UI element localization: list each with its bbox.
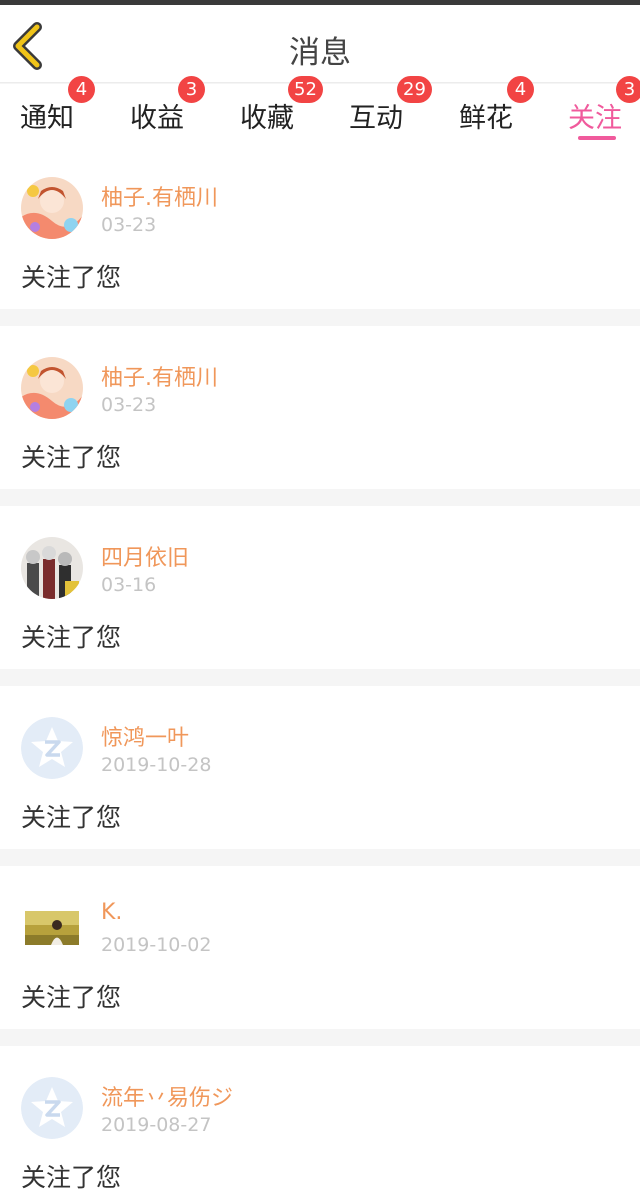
top-nav-bar: 消息 xyxy=(0,5,640,83)
tab-label: 收藏 xyxy=(240,103,294,134)
username-link[interactable]: 柚子.有栖川 xyxy=(101,180,218,212)
avatar[interactable] xyxy=(21,1077,83,1139)
unread-badge: 4 xyxy=(68,76,95,103)
active-tab-indicator xyxy=(578,136,616,140)
avatar[interactable] xyxy=(21,177,83,239)
unread-badge: 4 xyxy=(507,76,534,103)
notification-text: 关注了您 xyxy=(21,263,122,292)
list-item[interactable]: 惊鸿一叶 2019-10-28 关注了您 xyxy=(0,686,640,849)
anime-avatar-icon xyxy=(21,357,83,419)
list-item[interactable]: 四月依旧 03-16 关注了您 xyxy=(0,506,640,669)
default-avatar-icon xyxy=(21,717,83,779)
follow-notification-list: 柚子.有栖川 03-23 关注了您 柚子.有栖川 03-23 关注了您 四月依旧… xyxy=(0,146,640,1199)
notification-text: 关注了您 xyxy=(21,623,122,652)
timestamp: 2019-10-28 xyxy=(101,754,212,776)
default-avatar-icon xyxy=(21,1077,83,1139)
username-link[interactable]: K. xyxy=(101,900,122,925)
timestamp: 2019-10-02 xyxy=(101,934,212,956)
list-item[interactable]: K. 2019-10-02 关注了您 xyxy=(0,866,640,1029)
unread-badge: 3 xyxy=(616,76,640,103)
list-item[interactable]: 柚子.有栖川 03-23 关注了您 xyxy=(0,146,640,309)
username-link[interactable]: 惊鸿一叶 xyxy=(101,720,189,752)
avatar[interactable] xyxy=(21,357,83,419)
avatar[interactable] xyxy=(21,537,83,599)
timestamp: 03-23 xyxy=(101,394,157,416)
list-item[interactable]: 柚子.有栖川 03-23 关注了您 xyxy=(0,326,640,489)
tab-bar: 通知 4 收益 3 收藏 52 互动 29 鲜花 4 关注 3 xyxy=(0,76,640,146)
unread-badge: 3 xyxy=(178,76,205,103)
notification-text: 关注了您 xyxy=(21,983,122,1012)
tab-label: 通知 xyxy=(20,103,74,134)
timestamp: 03-23 xyxy=(101,214,157,236)
list-item[interactable]: 流年丷易伤ジ 2019-08-27 关注了您 xyxy=(0,1046,640,1199)
anime-avatar-icon xyxy=(21,177,83,239)
username-link[interactable]: 柚子.有栖川 xyxy=(101,360,218,392)
group-anime-avatar-icon xyxy=(21,537,83,599)
tab-label: 关注 xyxy=(568,103,622,134)
timestamp: 03-16 xyxy=(101,574,157,596)
unread-badge: 29 xyxy=(397,76,432,103)
timestamp: 2019-08-27 xyxy=(101,1114,212,1136)
unread-badge: 52 xyxy=(288,76,323,103)
notification-text: 关注了您 xyxy=(21,443,122,472)
avatar[interactable] xyxy=(21,717,83,779)
tab-label: 鲜花 xyxy=(459,103,513,134)
page-title: 消息 xyxy=(289,35,351,71)
username-link[interactable]: 流年丷易伤ジ xyxy=(101,1080,233,1112)
notification-text: 关注了您 xyxy=(21,1163,122,1192)
username-link[interactable]: 四月依旧 xyxy=(101,540,189,572)
photo-avatar-icon xyxy=(25,911,79,945)
tab-label: 收益 xyxy=(130,103,184,134)
notification-text: 关注了您 xyxy=(21,803,122,832)
tab-label: 互动 xyxy=(349,103,403,134)
avatar[interactable] xyxy=(21,897,83,959)
